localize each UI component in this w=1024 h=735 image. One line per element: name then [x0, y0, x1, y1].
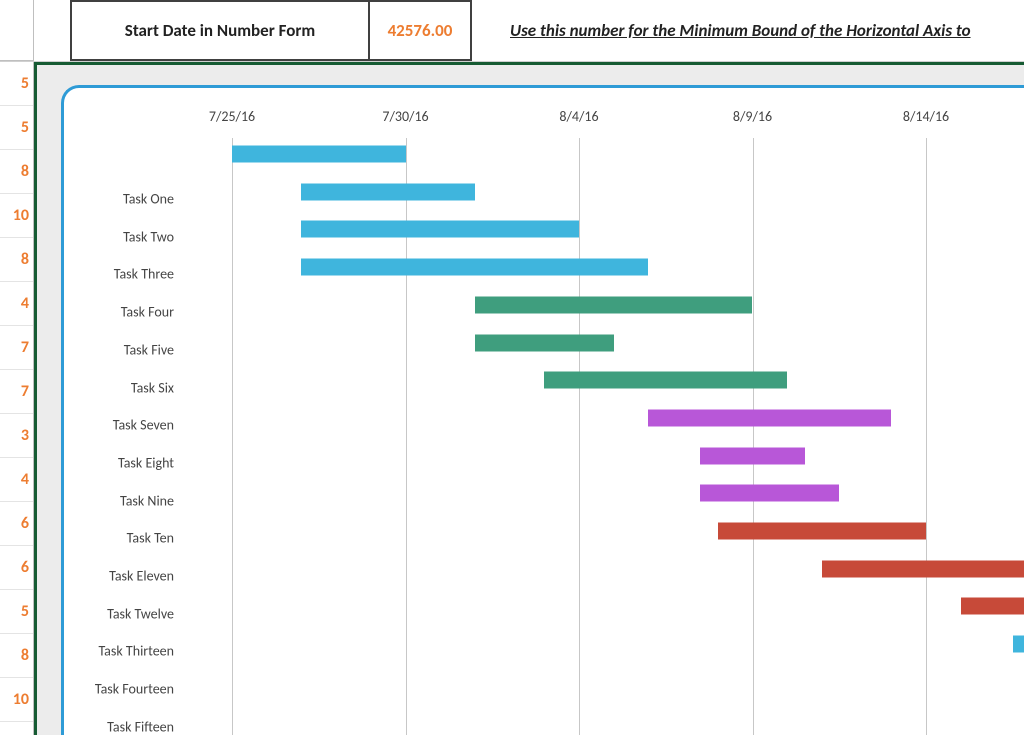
plot-area: Task One Task Two Task Three Task Four Task …: [72, 102, 1024, 735]
header-row: Start Date in Number Form 42576.00 Use t…: [0, 0, 1024, 62]
left-number-cell[interactable]: 6: [0, 502, 33, 546]
start-date-label-cell: Start Date in Number Form: [70, 0, 370, 61]
header-blank-cell: [0, 0, 34, 61]
task-label: Task One: [123, 191, 174, 208]
left-number-cell[interactable]: 3: [0, 414, 33, 458]
gridline: [926, 138, 927, 735]
task-label: Task Nine: [120, 492, 174, 509]
task-label: Task Two: [123, 228, 174, 245]
gridline: [232, 138, 233, 735]
start-date-value-cell[interactable]: 42576.00: [370, 0, 472, 61]
left-number-cell[interactable]: 4: [0, 282, 33, 326]
task-label: Task Three: [114, 266, 174, 283]
task-label: Task Eleven: [109, 568, 174, 585]
gantt-bar[interactable]: [301, 259, 648, 276]
gantt-bar[interactable]: [301, 221, 579, 238]
task-label: Task Thirteen: [98, 643, 174, 660]
gantt-bar[interactable]: [301, 183, 475, 200]
task-label: Task Fifteen: [107, 718, 174, 735]
gridline: [579, 138, 580, 735]
task-label: Task Twelve: [107, 605, 174, 622]
gantt-bar[interactable]: [718, 523, 926, 540]
gantt-bar[interactable]: [1013, 636, 1024, 653]
x-tick-label: 8/14/16: [903, 108, 949, 125]
gantt-bar[interactable]: [648, 409, 891, 426]
gantt-bar[interactable]: [232, 146, 406, 163]
gantt-bar[interactable]: [475, 334, 614, 351]
task-label: Task Six: [131, 379, 174, 396]
gantt-bar[interactable]: [475, 296, 753, 313]
bars-area: 7/25/16 7/30/16 8/4/16 8/9/16 8/14/16: [182, 102, 1024, 735]
left-number-cell[interactable]: 7: [0, 370, 33, 414]
left-number-strip: 55810847734665810: [0, 62, 34, 735]
gantt-bar[interactable]: [822, 560, 1024, 577]
x-tick-label: 8/9/16: [733, 108, 772, 125]
gantt-bar[interactable]: [700, 485, 839, 502]
left-number-cell[interactable]: 8: [0, 150, 33, 194]
task-label: Task Ten: [127, 530, 174, 547]
gantt-bar[interactable]: [700, 447, 804, 464]
axis-hint-text: Use this number for the Minimum Bound of…: [510, 20, 971, 41]
left-number-cell[interactable]: 7: [0, 326, 33, 370]
left-number-cell[interactable]: 8: [0, 238, 33, 282]
task-label: Task Seven: [113, 417, 174, 434]
x-tick-label: 8/4/16: [559, 108, 598, 125]
start-date-value: 42576.00: [388, 20, 453, 41]
left-number-cell[interactable]: 4: [0, 458, 33, 502]
gantt-bar[interactable]: [961, 598, 1024, 615]
left-number-cell[interactable]: 5: [0, 590, 33, 634]
chart-inner[interactable]: Task One Task Two Task Three Task Four Task …: [61, 85, 1024, 735]
y-axis-labels: Task One Task Two Task Three Task Four Task …: [72, 147, 182, 735]
start-date-label: Start Date in Number Form: [125, 20, 315, 41]
left-number-cell[interactable]: 10: [0, 678, 33, 722]
left-number-cell[interactable]: 6: [0, 546, 33, 590]
axis-hint-cell: Use this number for the Minimum Bound of…: [472, 0, 1024, 61]
gridline: [753, 138, 754, 735]
left-number-cell[interactable]: 10: [0, 194, 33, 238]
left-number-cell[interactable]: 8: [0, 634, 33, 678]
left-number-cell[interactable]: 5: [0, 106, 33, 150]
gantt-bar[interactable]: [544, 372, 787, 389]
task-label: Task Eight: [118, 454, 174, 471]
chart-container: Task One Task Two Task Three Task Four Task …: [34, 62, 1024, 735]
task-label: Task Four: [121, 304, 174, 321]
task-label: Task Fourteen: [95, 681, 174, 698]
x-tick-label: 7/25/16: [209, 108, 255, 125]
x-tick-label: 7/30/16: [382, 108, 428, 125]
task-label: Task Five: [124, 341, 174, 358]
left-number-cell[interactable]: 5: [0, 62, 33, 106]
